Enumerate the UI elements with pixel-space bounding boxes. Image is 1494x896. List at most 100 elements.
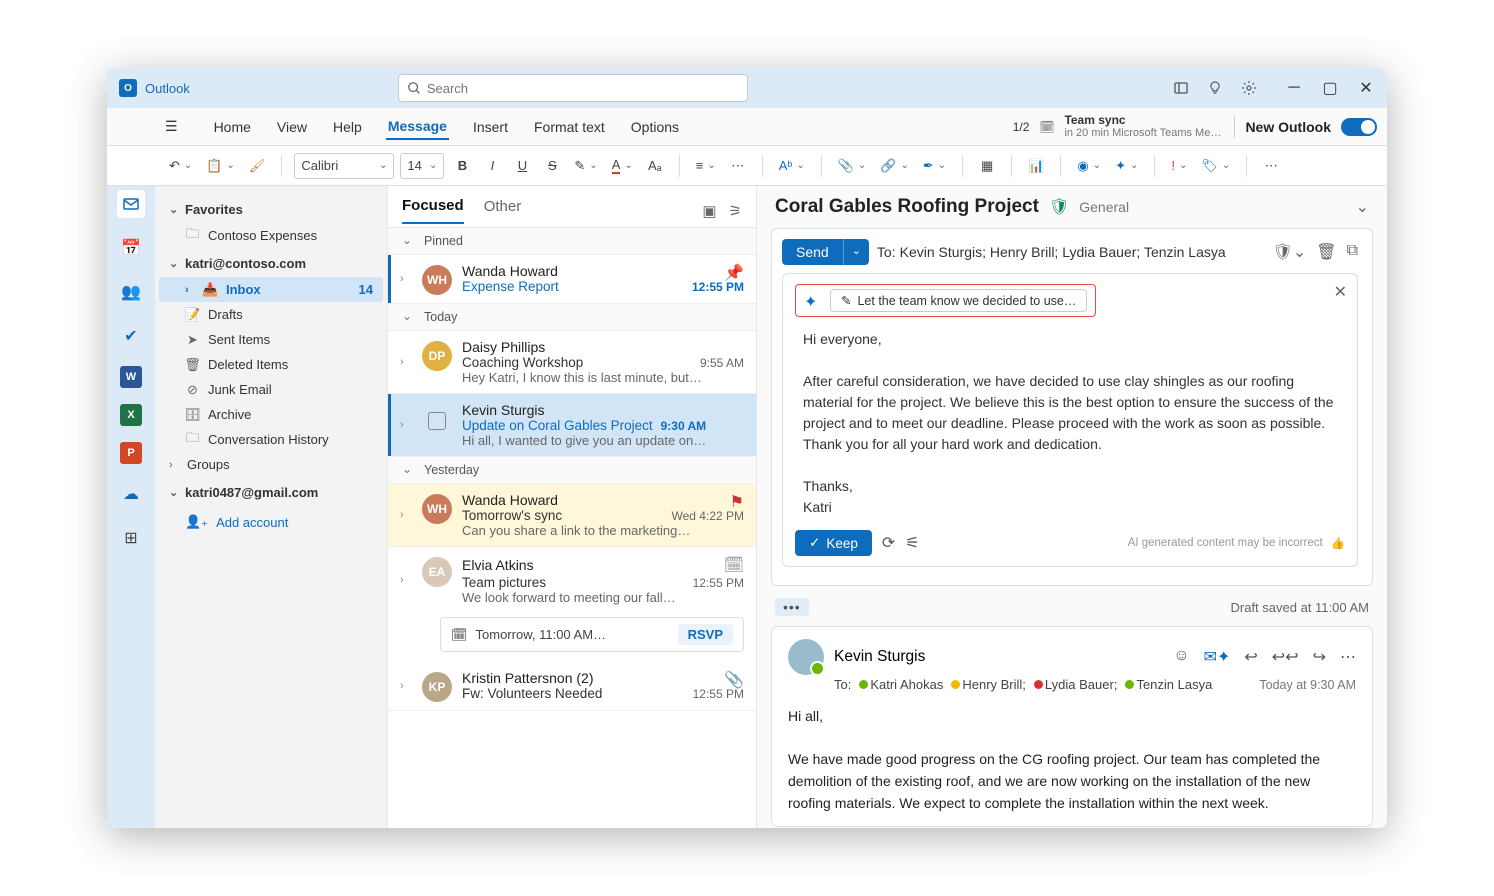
rail-excel[interactable]: X [120,404,142,426]
account-contoso[interactable]: ⌄katri@contoso.com [159,248,383,277]
message-item[interactable]: › WH Wanda Howard Expense Report12:55 PM… [388,255,756,304]
favorites-header[interactable]: ⌄Favorites [159,196,383,223]
to-field[interactable]: To:Kevin Sturgis; Henry Brill; Lydia Bau… [877,244,1226,260]
message-item[interactable]: › KP Kristin Pattersnon (2) Fw: Voluntee… [388,662,756,711]
folder-junk[interactable]: ⊘Junk Email [159,377,383,402]
rail-onedrive[interactable]: ☁ [117,480,145,508]
table-button[interactable]: ▦ [975,153,999,179]
pin-icon[interactable]: 📌 [724,263,744,283]
more-ribbon-button[interactable]: ⋯ [1259,153,1283,179]
rsvp-chip[interactable]: 🗓 Tomorrow, 11:00 AM… RSVP [440,617,744,652]
folder-contoso-expenses[interactable]: 🗀Contoso Expenses [159,223,383,248]
rail-todo[interactable]: ✔ [117,322,145,350]
delete-draft-icon[interactable]: 🗑 [1316,242,1336,262]
sensitivity-icon[interactable]: 🛡⌄ [1273,242,1307,262]
tags-button[interactable]: 🏷 [1197,153,1234,179]
popout-icon[interactable]: ⧉ [1347,242,1358,262]
rail-calendar[interactable]: 📅 [117,234,145,262]
folder-archive[interactable]: 🗄Archive [159,402,383,427]
filter-icon[interactable]: ⚞ [729,202,742,220]
flag-icon[interactable]: ⚑ [730,492,744,512]
link-button[interactable]: 🔗 [876,153,913,179]
maximize-button[interactable]: ▢ [1323,81,1337,95]
send-button[interactable]: Send [782,239,843,265]
fontsize-select[interactable]: 14⌄ [400,153,444,179]
underline-button[interactable]: U [510,153,534,179]
react-icon[interactable]: ☺ [1173,647,1189,667]
tab-options[interactable]: Options [629,115,681,139]
clear-format-button[interactable]: Aₐ [643,153,667,179]
folder-inbox[interactable]: ›📥Inbox14 [159,277,383,302]
folder-deleted[interactable]: 🗑Deleted Items [159,352,383,377]
panel-icon[interactable] [1173,80,1189,96]
search-field[interactable] [427,81,739,96]
section-today[interactable]: Today [388,304,756,331]
message-item[interactable]: › DP Daisy Phillips Coaching Workshop9:5… [388,331,756,394]
feedback-icon[interactable]: 👍 [1331,536,1345,550]
adjust-icon[interactable]: ⚟ [905,533,919,553]
folder-drafts[interactable]: 📝Drafts [159,302,383,327]
rail-word[interactable]: W [120,366,142,388]
recipient[interactable]: Katri Ahokas [859,677,943,692]
tab-other[interactable]: Other [484,198,522,223]
reply-icon[interactable]: ↩ [1244,647,1257,667]
hamburger-icon[interactable]: ☰ [165,118,178,135]
regenerate-icon[interactable]: ⟳ [882,533,895,553]
attach-button[interactable]: 📎 [834,153,871,179]
format-painter-button[interactable]: 🖌 [245,153,270,179]
new-outlook-toggle[interactable] [1341,118,1377,136]
rail-apps[interactable]: ⊞ [117,524,145,552]
account-gmail[interactable]: ⌄katri0487@gmail.com [159,477,383,506]
recipient[interactable]: Tenzin Lasya [1125,677,1212,692]
signature-button[interactable]: ✒ [919,153,950,179]
fontcolor-button[interactable]: A [608,153,637,179]
loop-button[interactable]: ◉ [1073,153,1105,179]
recipient[interactable]: Lydia Bauer; [1034,677,1118,692]
more-para-button[interactable]: ⋯ [726,153,750,179]
select-mode-icon[interactable]: ▣ [702,202,716,220]
close-icon[interactable]: ✕ [1334,282,1347,302]
tab-help[interactable]: Help [331,115,364,139]
recipient[interactable]: Henry Brill; [951,677,1026,692]
lightbulb-icon[interactable] [1207,80,1223,96]
strike-button[interactable]: S [540,153,564,179]
add-account-link[interactable]: 👤₊Add account [159,506,383,538]
upcoming-meeting[interactable]: Team sync in 20 min Microsoft Teams Mee… [1064,114,1224,140]
more-compose-icon[interactable]: ••• [775,598,809,616]
importance-button[interactable]: ! [1167,153,1191,179]
close-button[interactable]: ✕ [1359,81,1373,95]
groups-header[interactable]: ›Groups [159,452,383,477]
font-select[interactable]: Calibri⌄ [294,153,394,179]
settings-icon[interactable] [1241,80,1257,96]
tab-focused[interactable]: Focused [402,197,464,224]
copilot-prompt-chip[interactable]: ✎Let the team know we decided to use… [830,289,1087,312]
tab-message[interactable]: Message [386,114,449,140]
replyall-icon[interactable]: ↩↩ [1272,647,1299,667]
section-pinned[interactable]: Pinned [388,228,756,255]
folder-conversation-history[interactable]: 🗀Conversation History [159,427,383,452]
checkbox[interactable] [428,412,446,430]
summarize-icon[interactable]: ✉✦ [1204,647,1231,667]
rail-powerpoint[interactable]: P [120,442,142,464]
tab-formattext[interactable]: Format text [532,115,607,139]
tab-insert[interactable]: Insert [471,115,510,139]
message-item[interactable]: › EA Elvia Atkins🗓 Team pictures12:55 PM… [388,547,756,613]
conversation-collapse-icon[interactable]: ⌄ [1356,197,1369,217]
highlight-button[interactable]: ✎ [570,153,601,179]
styles-button[interactable]: Aᵇ [775,153,809,179]
forward-icon[interactable]: ↪ [1313,647,1326,667]
rail-people[interactable]: 👥 [117,278,145,306]
undo-button[interactable]: ↶ [165,153,196,179]
poll-button[interactable]: 📊 [1024,153,1048,179]
folder-sent[interactable]: ➤Sent Items [159,327,383,352]
paste-button[interactable]: 📋 [202,153,239,179]
rail-mail[interactable] [117,190,145,218]
message-item[interactable]: › WH Wanda Howard Tomorrow's syncWed 4:2… [388,484,756,547]
rsvp-button[interactable]: RSVP [678,624,733,645]
copilot-ribbon-button[interactable]: ✦ [1111,153,1142,179]
section-yesterday[interactable]: Yesterday [388,457,756,484]
tab-home[interactable]: Home [212,115,253,139]
italic-button[interactable]: I [480,153,504,179]
bold-button[interactable]: B [450,153,474,179]
more-actions-icon[interactable]: ⋯ [1340,647,1356,667]
